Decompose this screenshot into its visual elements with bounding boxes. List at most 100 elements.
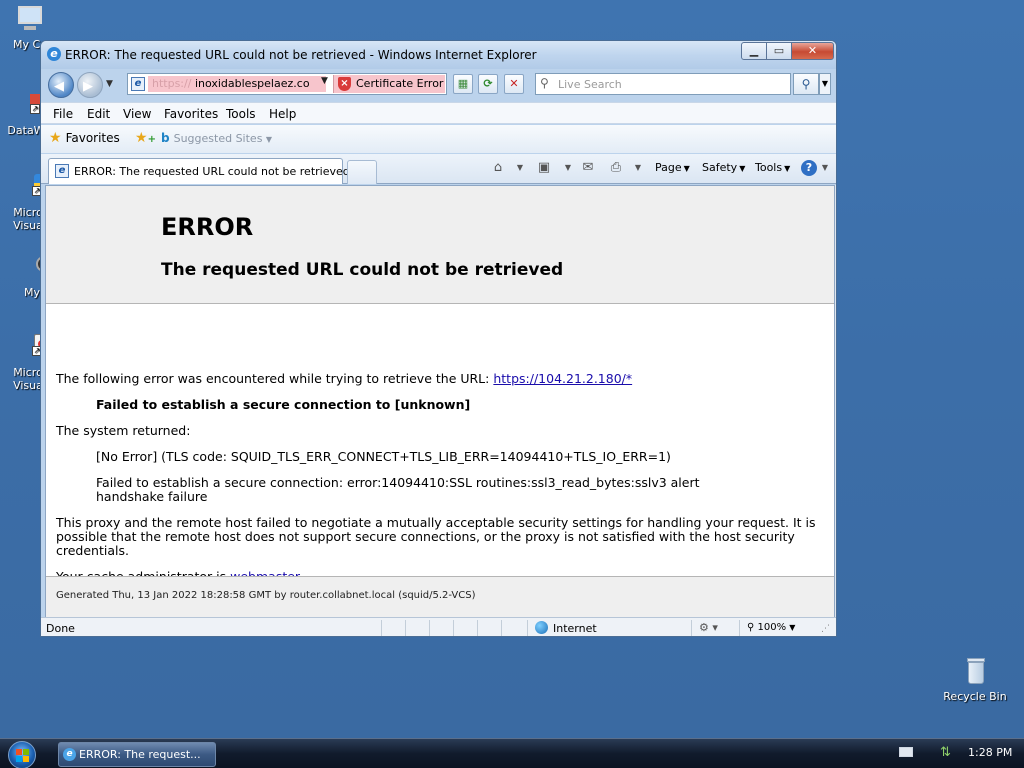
page-title: ERROR bbox=[161, 213, 254, 241]
tls-error-text: [No Error] (TLS code: SQUID_TLS_ERR_CONN… bbox=[96, 449, 671, 464]
favorites-button[interactable]: ★ Favorites bbox=[49, 130, 120, 146]
desktop-icon-recycle-bin[interactable]: Recycle Bin bbox=[940, 656, 1010, 703]
resize-grip-icon[interactable]: ⋰ bbox=[821, 624, 830, 634]
error-url-link[interactable]: https://104.21.2.180/* bbox=[493, 371, 632, 386]
status-separator bbox=[405, 620, 406, 636]
safety-menu[interactable]: Safety ▼ bbox=[702, 161, 745, 174]
taskbar-button-ie[interactable]: e ERROR: The request... bbox=[58, 742, 216, 767]
taskbar-button-label: ERROR: The request... bbox=[79, 748, 201, 761]
system-returned-label: The system returned: bbox=[56, 423, 191, 438]
page-menu-label: Page bbox=[655, 161, 682, 174]
certificate-error-button[interactable]: × Certificate Error bbox=[333, 75, 445, 93]
clock[interactable]: 1:28 PM bbox=[968, 746, 1012, 759]
windows-logo-icon bbox=[16, 749, 29, 762]
chevron-down-icon: ▼ bbox=[789, 623, 796, 632]
feeds-icon[interactable]: ▣ bbox=[535, 159, 553, 177]
chevron-down-icon: ▼ bbox=[265, 135, 273, 144]
suggested-sites-button[interactable]: b Suggested Sites ▼ bbox=[161, 131, 272, 145]
ssl-error-line-1: Failed to establish a secure connection:… bbox=[96, 475, 700, 490]
search-input[interactable]: Live Search bbox=[558, 78, 622, 91]
new-tab-button[interactable] bbox=[347, 160, 377, 184]
close-button[interactable]: ✕ bbox=[791, 42, 834, 60]
title-bar[interactable]: e ERROR: The requested URL could not be … bbox=[41, 41, 836, 69]
refresh-button[interactable]: ⟳ bbox=[478, 74, 498, 94]
help-dropdown-icon[interactable]: ▼ bbox=[816, 159, 834, 177]
explanation-line-3: credentials. bbox=[56, 543, 129, 558]
search-options-dropdown[interactable]: ▼ bbox=[819, 73, 831, 95]
address-bar[interactable]: e https:// inoxidablespelaez.co ▼ × Cert… bbox=[127, 73, 447, 95]
menu-tools[interactable]: Tools bbox=[226, 107, 256, 121]
vertical-scrollbar[interactable] bbox=[835, 185, 836, 618]
search-button[interactable]: ⚲ bbox=[793, 73, 819, 95]
feeds-dropdown-icon[interactable]: ▼ bbox=[559, 159, 577, 177]
minimize-button[interactable]: ▁ bbox=[741, 42, 767, 60]
protected-mode-icon[interactable]: ⚙ ▾ bbox=[699, 621, 718, 634]
address-dropdown-icon[interactable]: ▼ bbox=[321, 76, 328, 86]
start-button[interactable] bbox=[8, 741, 36, 768]
generated-info: Generated Thu, 13 Jan 2022 18:28:58 GMT … bbox=[56, 590, 476, 601]
home-icon[interactable]: ⌂ bbox=[489, 159, 507, 177]
search-box[interactable]: ⚲ Live Search bbox=[535, 73, 791, 95]
print-dropdown-icon[interactable]: ▼ bbox=[629, 159, 647, 177]
page-menu[interactable]: Page ▼ bbox=[655, 161, 690, 174]
back-button[interactable]: ◀ bbox=[48, 72, 74, 98]
page-footer: Generated Thu, 13 Jan 2022 18:28:58 GMT … bbox=[46, 576, 834, 617]
page-icon: e bbox=[131, 77, 145, 91]
taskbar: e ERROR: The request... ⇅ 1:28 PM bbox=[0, 738, 1024, 768]
tools-menu-label: Tools bbox=[755, 161, 783, 174]
status-bar: Done Internet ⚙ ▾ ⚲ 100% ▼ ⋰ bbox=[41, 617, 836, 636]
maximize-button[interactable]: ▭ bbox=[766, 42, 792, 60]
computer-icon bbox=[14, 4, 46, 36]
status-separator bbox=[501, 620, 502, 636]
favorites-label: Favorites bbox=[65, 131, 120, 145]
forward-arrow-icon: ▶ bbox=[83, 79, 93, 94]
globe-icon bbox=[535, 621, 548, 634]
desktop-icon-label: Recycle Bin bbox=[943, 690, 1007, 703]
explanation-line-2: possible that the remote host does not s… bbox=[56, 529, 795, 544]
status-separator bbox=[477, 620, 478, 636]
stop-button[interactable]: ✕ bbox=[504, 74, 524, 94]
favorites-star-icon: ★ bbox=[49, 130, 62, 146]
menu-help[interactable]: Help bbox=[269, 107, 296, 121]
tools-menu[interactable]: Tools ▼ bbox=[755, 161, 790, 174]
ssl-error-line-2: handshake failure bbox=[96, 489, 208, 504]
chevron-down-icon: ▼ bbox=[683, 164, 690, 173]
page-subtitle: The requested URL could not be retrieved bbox=[161, 260, 564, 280]
chevron-down-icon: ▼ bbox=[739, 164, 746, 173]
explanation-line-1: This proxy and the remote host failed to… bbox=[56, 515, 816, 530]
status-separator bbox=[381, 620, 382, 636]
url-host: inoxidablespelaez.co bbox=[194, 77, 310, 90]
help-icon[interactable]: ? bbox=[801, 160, 817, 176]
tab-error-page[interactable]: e ERROR: The requested URL could not be … bbox=[48, 158, 350, 184]
chevron-down-icon: ▼ bbox=[784, 164, 791, 173]
forward-button[interactable]: ▶ bbox=[77, 72, 103, 98]
print-icon[interactable]: ⎙ bbox=[607, 159, 625, 177]
recent-pages-dropdown[interactable]: ▼ bbox=[106, 79, 116, 89]
status-text: Done bbox=[46, 622, 75, 635]
plus-icon: + bbox=[147, 134, 156, 145]
favorites-bar: ★ Favorites ★+ b Suggested Sites ▼ bbox=[41, 125, 836, 153]
security-zone[interactable]: Internet bbox=[535, 621, 597, 635]
menu-view[interactable]: View bbox=[123, 107, 151, 121]
menu-file[interactable]: File bbox=[53, 107, 73, 121]
status-separator bbox=[691, 620, 692, 636]
mail-icon[interactable]: ✉ bbox=[579, 159, 597, 177]
menu-favorites[interactable]: Favorites bbox=[164, 107, 218, 121]
zoom-label: 100% bbox=[757, 622, 787, 633]
menu-edit[interactable]: Edit bbox=[87, 107, 110, 121]
bing-icon: b bbox=[161, 131, 170, 145]
network-icon[interactable]: ⇅ bbox=[940, 745, 956, 761]
compatibility-view-button[interactable]: ▦ bbox=[453, 74, 473, 94]
shortcut-icon: ↗ bbox=[10, 90, 44, 122]
zone-label: Internet bbox=[553, 622, 597, 635]
add-to-favorites-bar-button[interactable]: ★+ bbox=[135, 130, 156, 146]
address-input[interactable]: https:// inoxidablespelaez.co bbox=[148, 76, 326, 92]
recycle-bin-icon bbox=[959, 656, 991, 688]
ie-window: e ERROR: The requested URL could not be … bbox=[40, 40, 837, 637]
home-dropdown-icon[interactable]: ▼ bbox=[511, 159, 529, 177]
shield-icon: × bbox=[338, 77, 351, 91]
zoom-icon: ⚲ bbox=[747, 622, 758, 633]
keyboard-icon[interactable] bbox=[899, 747, 913, 757]
url-protocol: https:// bbox=[152, 77, 192, 90]
zoom-control[interactable]: ⚲ 100% ▼ bbox=[747, 622, 795, 633]
